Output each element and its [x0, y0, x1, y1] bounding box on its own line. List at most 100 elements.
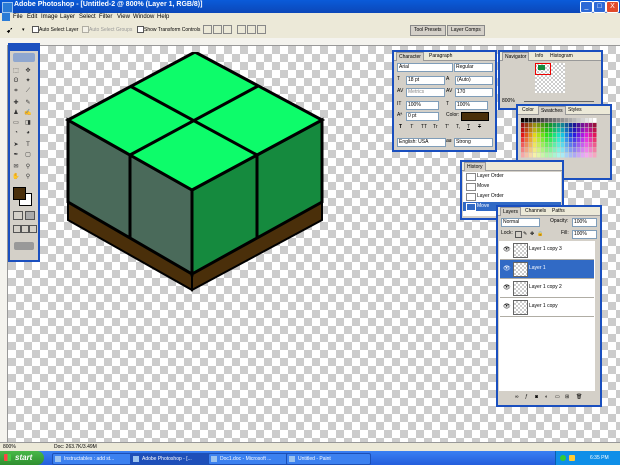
swatch[interactable]: [565, 133, 569, 138]
swatch[interactable]: [529, 128, 533, 133]
swatch[interactable]: [537, 123, 541, 128]
swatch[interactable]: [557, 133, 561, 138]
lock-all-icon[interactable]: 🔒: [537, 231, 543, 237]
new-layer-icon[interactable]: ⊞: [565, 394, 569, 400]
menu-view[interactable]: View: [117, 13, 130, 22]
tab-character[interactable]: Character: [396, 52, 424, 61]
swatch[interactable]: [585, 148, 589, 153]
swatch[interactable]: [553, 153, 557, 158]
strikethrough-button[interactable]: T: [478, 124, 481, 131]
swatch[interactable]: [557, 138, 561, 143]
swatch[interactable]: [581, 138, 585, 143]
menu-help[interactable]: Help: [157, 13, 169, 22]
swatch[interactable]: [581, 123, 585, 128]
swatch[interactable]: [549, 133, 553, 138]
swatch[interactable]: [529, 148, 533, 153]
minimize-button[interactable]: _: [580, 1, 593, 13]
swatch[interactable]: [545, 118, 549, 123]
menu-file[interactable]: File: [13, 13, 23, 22]
swatch[interactable]: [581, 128, 585, 133]
jump-to-imageready-icon[interactable]: [14, 242, 34, 250]
adobe-feather-icon[interactable]: [13, 53, 35, 62]
swatch[interactable]: [525, 118, 529, 123]
lock-transparent-icon[interactable]: [515, 231, 522, 238]
close-button[interactable]: X: [606, 1, 619, 13]
swatch[interactable]: [549, 128, 553, 133]
swatch[interactable]: [533, 143, 537, 148]
move-tool-icon[interactable]: ✥: [24, 67, 32, 75]
antialias-select[interactable]: Strong: [454, 138, 493, 147]
swatch[interactable]: [585, 133, 589, 138]
swatch[interactable]: [561, 138, 565, 143]
history-item[interactable]: Layer Order: [477, 192, 504, 200]
swatch[interactable]: [561, 143, 565, 148]
swatch[interactable]: [541, 133, 545, 138]
swatch[interactable]: [589, 128, 593, 133]
align-bottom-icon[interactable]: [223, 25, 232, 34]
swatch[interactable]: [521, 128, 525, 133]
menu-select[interactable]: Select: [79, 13, 96, 22]
show-transform-checkbox[interactable]: [137, 26, 144, 33]
slice-tool-icon[interactable]: ⟋: [24, 87, 32, 95]
ps-menu-icon[interactable]: [2, 13, 10, 21]
swatch[interactable]: [593, 118, 597, 123]
swatch[interactable]: [565, 148, 569, 153]
swatch[interactable]: [521, 148, 525, 153]
swatch[interactable]: [529, 153, 533, 158]
baseline-shift-field[interactable]: 0 pt: [406, 112, 439, 121]
swatch[interactable]: [521, 118, 525, 123]
swatch[interactable]: [553, 133, 557, 138]
foreground-color-swatch[interactable]: [13, 187, 26, 200]
swatch[interactable]: [577, 138, 581, 143]
swatch[interactable]: [557, 123, 561, 128]
history-item[interactable]: Move: [477, 182, 489, 190]
swatch[interactable]: [533, 128, 537, 133]
swatch[interactable]: [549, 153, 553, 158]
layer-row-selected[interactable]: 👁 Layer 1: [500, 260, 594, 279]
tool-presets-tab[interactable]: Tool Presets: [410, 25, 446, 36]
swatch[interactable]: [525, 128, 529, 133]
swatch[interactable]: [577, 153, 581, 158]
swatch[interactable]: [573, 143, 577, 148]
swatch[interactable]: [529, 138, 533, 143]
lock-position-icon[interactable]: ✥: [530, 231, 534, 237]
swatch[interactable]: [545, 128, 549, 133]
swatch[interactable]: [569, 123, 573, 128]
align-top-icon[interactable]: [203, 25, 212, 34]
swatch[interactable]: [545, 133, 549, 138]
swatch[interactable]: [545, 138, 549, 143]
swatch[interactable]: [533, 123, 537, 128]
swatch[interactable]: [585, 153, 589, 158]
swatch[interactable]: [565, 138, 569, 143]
pen-tool-icon[interactable]: ✒: [12, 151, 20, 159]
swatch[interactable]: [593, 138, 597, 143]
swatch[interactable]: [589, 148, 593, 153]
swatch[interactable]: [549, 123, 553, 128]
swatch[interactable]: [561, 133, 565, 138]
tab-styles[interactable]: Styles: [566, 106, 584, 114]
clock[interactable]: 6:35 PM: [590, 451, 609, 465]
swatch[interactable]: [593, 133, 597, 138]
menu-layer[interactable]: Layer: [60, 13, 75, 22]
quickmask-mode-icon[interactable]: [25, 211, 35, 220]
move-tool-icon[interactable]: ➹: [6, 25, 14, 36]
swatch[interactable]: [569, 153, 573, 158]
swatch[interactable]: [525, 148, 529, 153]
tab-histogram[interactable]: Histogram: [548, 52, 575, 60]
path-select-tool-icon[interactable]: ➤: [12, 141, 20, 149]
swatch[interactable]: [593, 148, 597, 153]
swatch[interactable]: [573, 123, 577, 128]
swatch[interactable]: [525, 133, 529, 138]
taskbar-task-active[interactable]: Adobe Photoshop - [...: [130, 453, 215, 465]
swatch[interactable]: [521, 143, 525, 148]
magic-wand-tool-icon[interactable]: ✦: [24, 77, 32, 85]
delete-layer-icon[interactable]: 🗑: [576, 394, 582, 400]
swatch[interactable]: [533, 153, 537, 158]
swatch[interactable]: [565, 123, 569, 128]
swatch[interactable]: [569, 148, 573, 153]
swatch[interactable]: [593, 143, 597, 148]
text-color-swatch[interactable]: [461, 112, 489, 121]
notes-tool-icon[interactable]: ✉: [12, 163, 20, 171]
swatch[interactable]: [589, 138, 593, 143]
swatch[interactable]: [573, 118, 577, 123]
